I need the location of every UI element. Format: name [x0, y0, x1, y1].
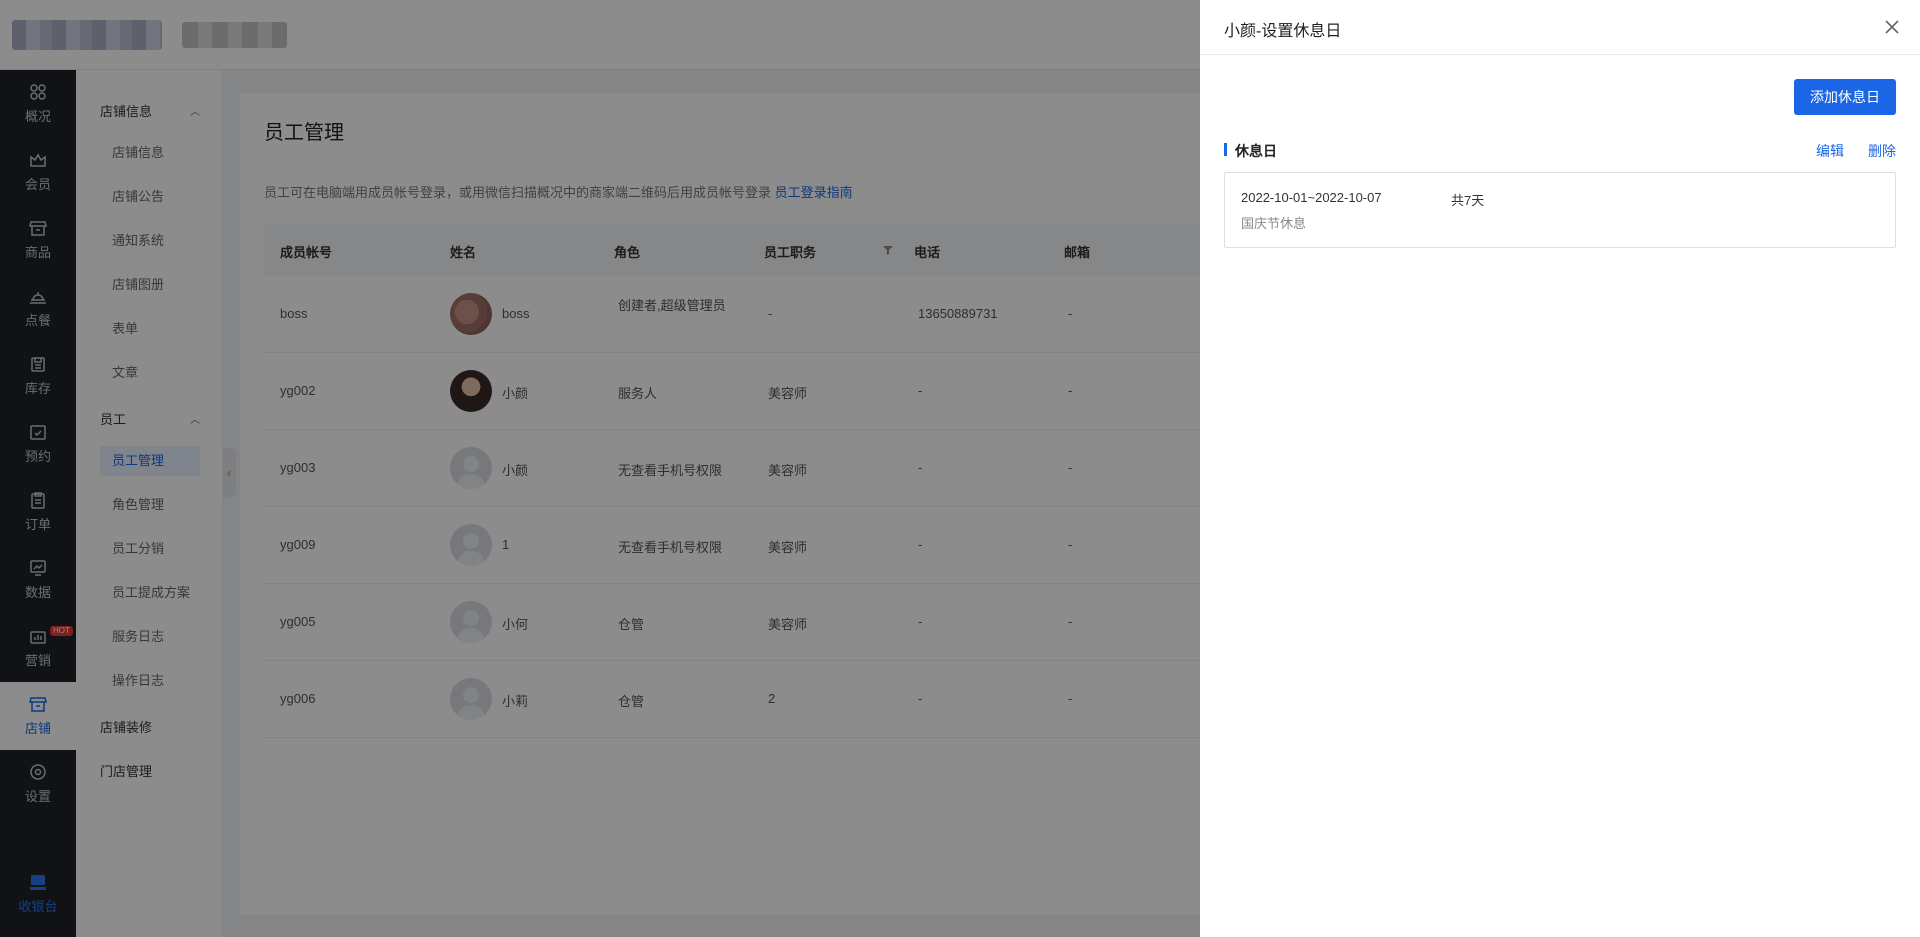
rest-day-range: 2022-10-01~2022-10-07 — [1241, 190, 1382, 205]
rest-day-card[interactable]: 2022-10-01~2022-10-07 共7天 国庆节休息 — [1224, 172, 1896, 248]
rest-day-drawer: 小颜-设置休息日 添加休息日 休息日 编辑 删除 2022-10-01~2022… — [1200, 0, 1920, 937]
drawer-title: 小颜-设置休息日 — [1224, 23, 1342, 40]
add-rest-day-button[interactable]: 添加休息日 — [1794, 79, 1896, 115]
edit-rest-day-link[interactable]: 编辑 — [1816, 141, 1844, 161]
section-accent-bar — [1224, 143, 1227, 156]
rest-day-note: 国庆节休息 — [1241, 216, 1307, 231]
rest-day-total: 共7天 — [1451, 193, 1485, 208]
drawer-header: 小颜-设置休息日 — [1200, 0, 1920, 55]
section-title-rest-day: 休息日 — [1235, 143, 1277, 159]
close-icon[interactable] — [1882, 17, 1902, 37]
delete-rest-day-link[interactable]: 删除 — [1868, 141, 1896, 161]
